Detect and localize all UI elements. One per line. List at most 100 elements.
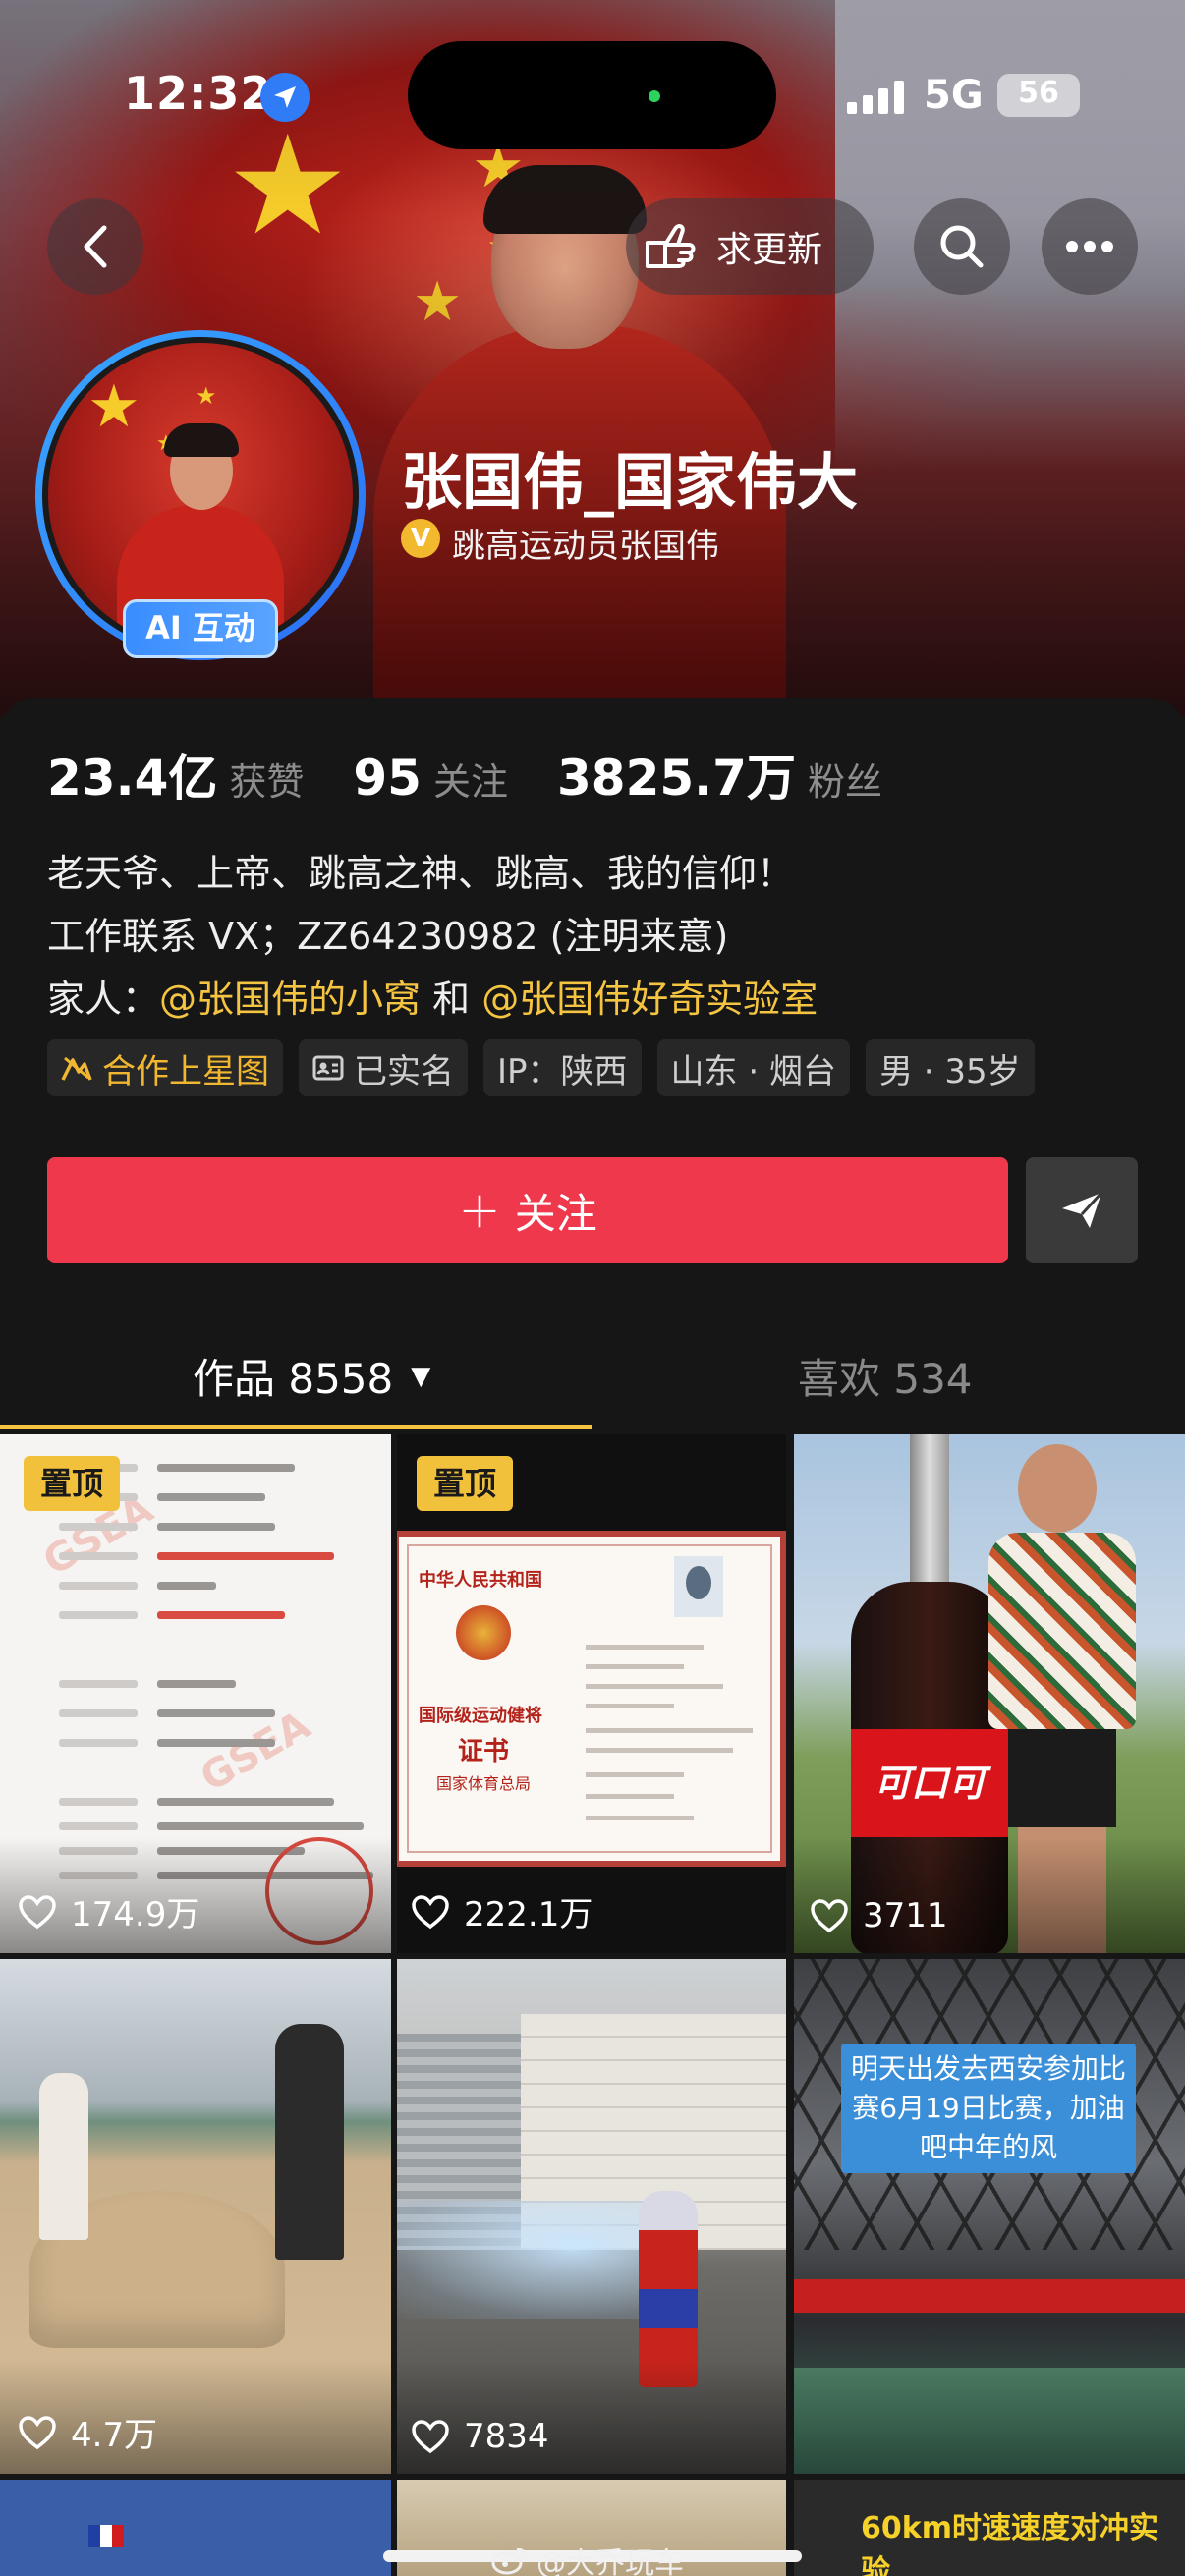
bottle-tube [910, 1434, 949, 1592]
tag-ip-location: IP：陕西 [483, 1039, 642, 1096]
receipt-line [59, 1582, 138, 1590]
bio-family-prefix: 家人： [47, 978, 160, 1021]
profile-tags: 合作上星图 已实名 IP：陕西 山东 · 烟台 男 · 35岁 [47, 1039, 1050, 1096]
status-time: 12:32 [124, 67, 273, 120]
mention-link[interactable]: @张国伟的小窝 [159, 978, 421, 1021]
certificate-row [586, 1645, 704, 1650]
likes-count: 3711 [863, 1896, 948, 1935]
video-caption: 60km时速速度对冲实验 [861, 2511, 1158, 2576]
dynamic-island [408, 41, 776, 149]
followers-label[interactable]: 粉丝 [808, 752, 882, 806]
more-options-button[interactable] [1042, 198, 1138, 295]
receipt-value [157, 1611, 285, 1619]
active-tab-indicator [0, 1425, 592, 1429]
certificate-row [586, 1728, 753, 1733]
tag-hometown: 山东 · 烟台 [656, 1039, 850, 1096]
person-shorts [1008, 1729, 1116, 1827]
likes-label: 获赞 [229, 760, 305, 804]
avatar-flag-star: ★ [87, 372, 141, 441]
tab-works[interactable]: 作品 8558 ▼ [193, 1346, 430, 1406]
following-count[interactable]: 95 [353, 750, 422, 807]
grid-divider [0, 2474, 1185, 2480]
certificate-title: 中华人民共和国 [419, 1570, 542, 1591]
video-tile[interactable]: 60km时速速度对冲实验 [792, 2476, 1185, 2576]
grid-divider [788, 1434, 794, 2576]
tag-xingtu[interactable]: 合作上星图 [47, 1039, 283, 1096]
tag-label: 已实名 [354, 1051, 454, 1092]
camera-indicator-dot [649, 90, 660, 102]
request-update-button[interactable]: 求更新 [626, 198, 874, 295]
caret-down-icon: ▼ [411, 1361, 431, 1391]
heart-icon [412, 2420, 449, 2454]
following-label[interactable]: 关注 [433, 752, 508, 806]
follow-button[interactable]: + 关注 [47, 1157, 1008, 1263]
video-likes: 3711 [810, 1896, 948, 1935]
heart-icon [412, 1894, 449, 1929]
signal-icon [847, 81, 904, 114]
tag-gender-age: 男 · 35岁 [865, 1039, 1035, 1096]
certificate-row [586, 1748, 733, 1753]
verified-badge-icon: V [401, 519, 440, 558]
profile-stats: 23.4亿 获赞 95 关注 3825.7万 粉丝 [47, 739, 931, 810]
location-arrow-icon [260, 73, 310, 122]
star-chart-icon [61, 1054, 92, 1082]
video-caption: 明天出发去西安参加比赛6月19日比赛，加油吧中年的风 [841, 2044, 1136, 2173]
followers-count[interactable]: 3825.7万 [557, 739, 796, 810]
receipt-line [59, 1798, 138, 1806]
search-button[interactable] [914, 198, 1010, 295]
pointing-hand-icon [646, 224, 696, 268]
tag-label: 男 · 35岁 [878, 1051, 1021, 1092]
certificate-row [586, 1684, 723, 1689]
chevron-left-icon [84, 225, 107, 268]
watermark-text: @大乔玩车 [536, 2547, 684, 2576]
flag-icon [88, 2525, 124, 2547]
paper-plane-icon [1062, 1191, 1103, 1228]
video-likes: 7834 [411, 2417, 549, 2456]
video-tile[interactable]: 明天出发去西安参加比赛6月19日比赛，加油吧中年的风 [792, 1955, 1185, 2476]
video-likes: 4.7万 [18, 2408, 157, 2456]
person [275, 2024, 344, 2260]
tab-likes[interactable]: 喜欢 534 [798, 1346, 973, 1406]
video-tile[interactable]: GSEA GSEA 置顶 174.9万 [0, 1434, 393, 1955]
receipt-value [157, 1493, 265, 1501]
request-update-label: 求更新 [716, 230, 823, 270]
receipt-line [59, 1822, 138, 1830]
back-button[interactable] [47, 198, 143, 295]
video-likes: 222.1万 [411, 1887, 592, 1935]
receipt-value [157, 1464, 295, 1472]
receipt-line [59, 1523, 138, 1531]
battery-icon: 56 [997, 74, 1080, 117]
receipt-value [157, 1709, 275, 1717]
profile-name: 张国伟_国家伟大 [401, 446, 859, 518]
certificate: 中华人民共和国 国际级运动健将 证书 国家体育总局 [393, 1531, 786, 1867]
bio-line: 老天爷、上帝、跳高之神、跳高、我的信仰！ [47, 852, 795, 895]
gym-floor [792, 2368, 1185, 2476]
video-tile[interactable]: 7834 [393, 1955, 786, 2476]
heart-icon [811, 1899, 848, 1933]
video-tile[interactable]: 中华人民共和国 国际级运动健将 证书 国家体育总局 置顶 222.1万 [393, 1434, 786, 1955]
video-tile[interactable]: 4.7万 [0, 1955, 393, 2476]
certificate-line: 证书 [458, 1737, 510, 1766]
tab-works-label: 作品 8558 [193, 1355, 394, 1403]
video-tile[interactable]: 可口可 3711 [792, 1434, 1185, 1955]
send-message-button[interactable] [1026, 1157, 1138, 1263]
red-banner [792, 2279, 1185, 2313]
pinned-badge: 置顶 [24, 1456, 120, 1511]
ai-interact-badge[interactable]: AI 互动 [123, 599, 278, 658]
battery-level: 56 [1018, 76, 1059, 110]
receipt-line [59, 1709, 138, 1717]
pinned-badge: 置顶 [417, 1456, 513, 1511]
certificate-row [586, 1816, 694, 1820]
national-emblem-icon [456, 1605, 511, 1660]
mention-link[interactable]: @张国伟好奇实验室 [481, 978, 818, 1021]
receipt-value [157, 1523, 275, 1531]
receipt-value [157, 1798, 334, 1806]
bio-line: 工作联系 VX；ZZ64230982 (注明来意) [47, 915, 729, 958]
avatar-flag-star: ★ [196, 382, 217, 410]
tag-verified-identity[interactable]: 已实名 [299, 1039, 468, 1096]
video-tile[interactable] [0, 2476, 393, 2576]
heart-icon [19, 1894, 56, 1929]
receipt-line [59, 1611, 138, 1619]
tag-label: 合作上星图 [102, 1051, 269, 1092]
weibo-logo-icon [491, 2548, 528, 2575]
